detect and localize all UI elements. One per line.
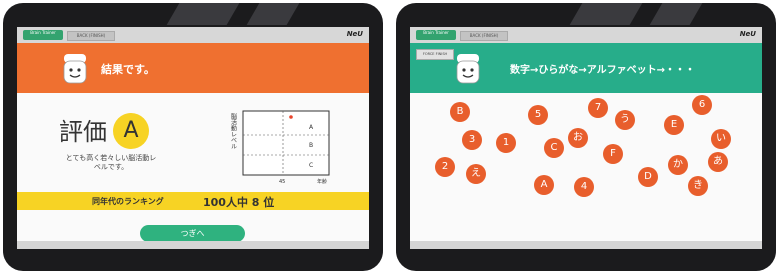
target-bubble[interactable]: 3 bbox=[462, 130, 482, 150]
target-bubble[interactable]: 6 bbox=[692, 95, 712, 115]
top-bar: Brain Trainer BACK (FINISH) NeU bbox=[410, 27, 762, 43]
target-bubble[interactable]: A bbox=[534, 175, 554, 195]
target-bubble[interactable]: 1 bbox=[496, 133, 516, 153]
target-bubble[interactable]: E bbox=[664, 115, 684, 135]
target-bubble[interactable]: い bbox=[711, 129, 731, 149]
target-bubble[interactable]: B bbox=[450, 102, 470, 122]
page-title: 数字→ひらがな→アルファベット→・・・ bbox=[510, 65, 696, 76]
ranking-bar: 同年代のランキング 100人中 8 位 bbox=[17, 192, 369, 210]
mascot-icon bbox=[456, 54, 480, 84]
page-title: 結果です。 bbox=[101, 63, 155, 76]
x-axis-label: 年齢 bbox=[317, 178, 327, 185]
force-finish-button[interactable]: FORCE FINISH bbox=[416, 49, 454, 60]
grade-badge: A bbox=[113, 113, 149, 149]
bottom-strip bbox=[410, 241, 762, 249]
brand-button[interactable]: Brain Trainer bbox=[23, 30, 63, 40]
bezel-glare bbox=[246, 3, 300, 25]
target-bubble[interactable]: お bbox=[568, 128, 588, 148]
target-bubble[interactable]: C bbox=[544, 138, 564, 158]
bezel-glare bbox=[649, 3, 703, 25]
header-banner: 結果です。 bbox=[17, 43, 369, 93]
back-finish-button[interactable]: BACK (FINISH) bbox=[67, 31, 115, 41]
logo: NeU bbox=[739, 30, 756, 38]
target-bubble[interactable]: か bbox=[668, 155, 688, 175]
target-bubble[interactable]: 5 bbox=[528, 105, 548, 125]
age-marker bbox=[289, 115, 293, 119]
bezel-glare bbox=[166, 3, 240, 25]
ranking-label: 同年代のランキング bbox=[92, 197, 164, 206]
target-bubble[interactable]: 7 bbox=[588, 98, 608, 118]
target-bubble[interactable]: 2 bbox=[435, 157, 455, 177]
target-bubble[interactable]: 4 bbox=[574, 177, 594, 197]
grade-description: とても高く若々しい脳活動レベルです。 bbox=[65, 154, 157, 171]
target-bubble[interactable]: え bbox=[466, 164, 486, 184]
target-bubble[interactable]: き bbox=[688, 176, 708, 196]
back-finish-button[interactable]: BACK (FINISH) bbox=[460, 31, 508, 41]
x-tick-label: 45 bbox=[279, 179, 285, 185]
brand-button[interactable]: Brain Trainer bbox=[416, 30, 456, 40]
grade-label: 評価 bbox=[59, 118, 107, 146]
brain-level-chart: 脳活動レベル A B C 45 年齢 bbox=[230, 110, 330, 185]
tablet-right: Brain Trainer BACK (FINISH) NeU 数字→ひらがな→… bbox=[396, 3, 776, 271]
target-bubble[interactable]: あ bbox=[708, 152, 728, 172]
bezel-glare bbox=[569, 3, 643, 25]
zone-b-label: B bbox=[309, 142, 313, 149]
zone-c-label: C bbox=[309, 162, 313, 169]
target-bubble[interactable]: う bbox=[615, 110, 635, 130]
bottom-strip bbox=[17, 241, 369, 249]
top-bar: Brain Trainer BACK (FINISH) NeU bbox=[17, 27, 369, 43]
target-bubble[interactable]: F bbox=[603, 144, 623, 164]
ranking-value: 100人中 8 位 bbox=[203, 196, 275, 209]
mascot-icon bbox=[63, 54, 87, 84]
target-bubble[interactable]: D bbox=[638, 167, 658, 187]
next-button[interactable]: つぎへ bbox=[140, 225, 245, 242]
screen-game: Brain Trainer BACK (FINISH) NeU 数字→ひらがな→… bbox=[410, 27, 762, 249]
logo: NeU bbox=[346, 30, 363, 38]
tablet-left: Brain Trainer BACK (FINISH) NeU 結果です。 評価… bbox=[3, 3, 383, 271]
chart-ylabel: 脳活動レベル bbox=[230, 112, 237, 149]
screen-result: Brain Trainer BACK (FINISH) NeU 結果です。 評価… bbox=[17, 27, 369, 249]
header-banner: 数字→ひらがな→アルファベット→・・・ bbox=[410, 43, 762, 93]
